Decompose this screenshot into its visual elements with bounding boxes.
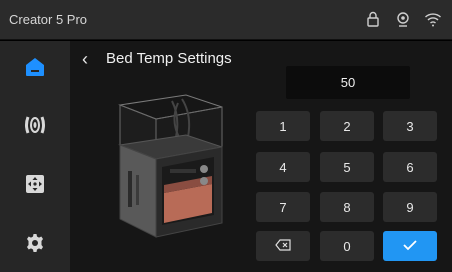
sidebar-item-home[interactable] [0, 43, 70, 95]
sidebar-item-settings[interactable] [0, 219, 70, 271]
status-icons [364, 10, 442, 28]
back-button[interactable]: ‹ [82, 49, 88, 70]
key-7[interactable]: 7 [256, 192, 310, 222]
camera-icon [394, 10, 412, 28]
backspace-icon [275, 238, 291, 254]
filament-spool-icon [24, 114, 46, 141]
wifi-icon [424, 10, 442, 28]
key-0[interactable]: 0 [320, 231, 374, 261]
sidebar-item-filament[interactable] [0, 101, 70, 153]
confirm-button[interactable] [383, 231, 437, 261]
device-name: Creator 5 Pro [9, 12, 88, 27]
printer-illustration [110, 87, 230, 243]
backspace-button[interactable] [256, 231, 310, 261]
sidebar [0, 41, 70, 272]
sidebar-item-move[interactable] [0, 160, 70, 212]
gear-icon [25, 233, 45, 258]
temperature-input[interactable]: 50 [286, 66, 410, 99]
key-1[interactable]: 1 [256, 111, 310, 141]
key-4[interactable]: 4 [256, 152, 310, 182]
key-6[interactable]: 6 [383, 152, 437, 182]
main-panel: ‹ Bed Temp Settings 50 1 2 3 4 5 6 7 8 9… [70, 41, 452, 272]
lock-icon [364, 10, 382, 28]
key-2[interactable]: 2 [320, 111, 374, 141]
key-8[interactable]: 8 [320, 192, 374, 222]
page-title: Bed Temp Settings [106, 50, 232, 67]
checkmark-icon [402, 239, 418, 254]
key-3[interactable]: 3 [383, 111, 437, 141]
key-5[interactable]: 5 [320, 152, 374, 182]
status-bar: Creator 5 Pro [0, 0, 452, 40]
key-9[interactable]: 9 [383, 192, 437, 222]
home-icon [24, 57, 46, 82]
move-control-icon [25, 174, 45, 199]
